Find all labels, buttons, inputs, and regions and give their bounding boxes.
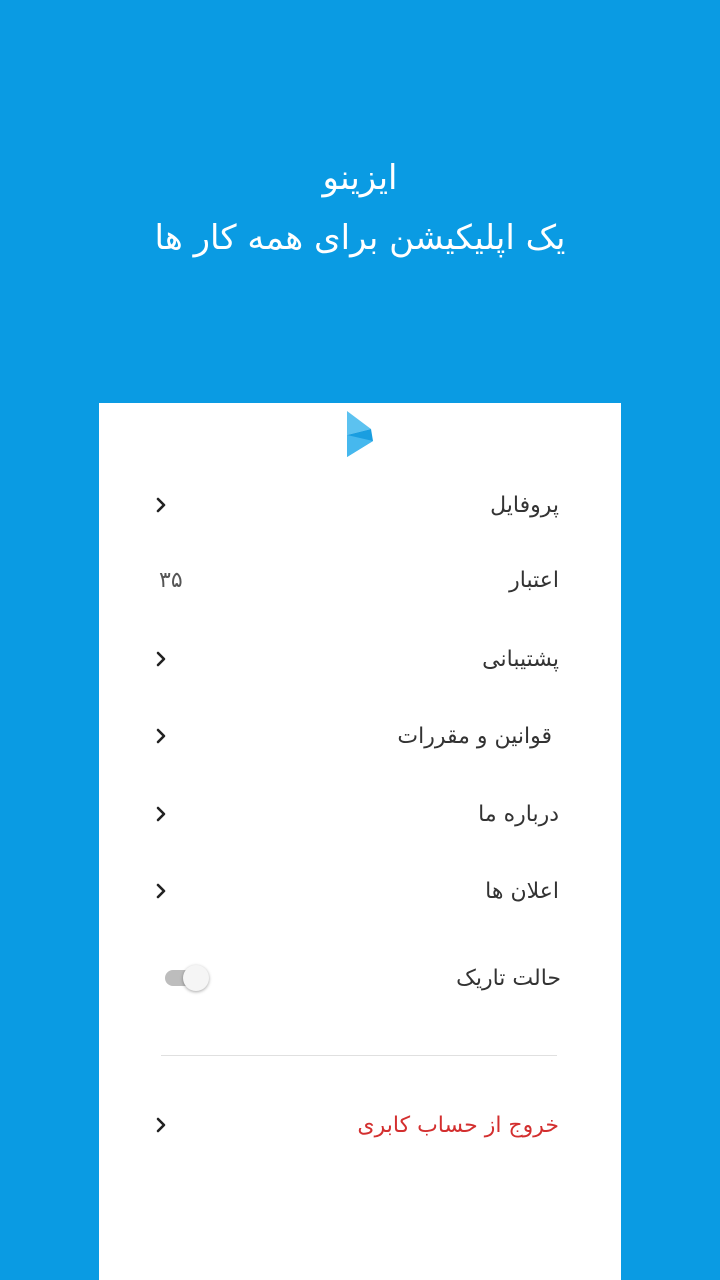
menu-item-notifications[interactable]: اعلان ها [149,866,559,916]
app-logo-icon [347,411,373,457]
menu-item-label: اعلان ها [485,878,559,904]
menu-item-label: درباره ما [478,801,559,827]
header: ایزینو یک اپلیکیشن برای همه کار ها [0,150,720,266]
menu-item-label: پشتیبانی [482,646,559,672]
tagline: یک اپلیکیشن برای همه کار ها [154,218,566,258]
menu-item-label: قوانین و مقررات [397,723,552,749]
menu-item-dark-mode: حالت تاریک [161,953,561,1003]
logout-button[interactable]: خروج از حساب کابری [149,1100,559,1150]
divider [161,1055,557,1056]
logout-label: خروج از حساب کابری [357,1112,559,1138]
dark-mode-toggle[interactable] [161,963,209,993]
toggle-thumb [183,965,209,991]
menu-item-label: حالت تاریک [456,965,561,991]
settings-panel: پروفایل ۳۵ اعتبار پشتیبانی قوانین و مقرر… [99,403,621,1280]
chevron-left-icon [149,879,173,903]
chevron-left-icon [149,802,173,826]
menu-item-support[interactable]: پشتیبانی [149,634,559,684]
menu-item-label: اعتبار [509,567,559,593]
menu-item-label: پروفایل [490,492,559,518]
menu-item-profile[interactable]: پروفایل [149,480,559,530]
app-name: ایزینو [322,158,398,198]
menu-item-terms[interactable]: قوانین و مقررات [149,711,559,761]
menu-item-credit: ۳۵ اعتبار [149,555,559,605]
chevron-left-icon [149,647,173,671]
credit-value: ۳۵ [159,567,183,593]
menu-item-about[interactable]: درباره ما [149,789,559,839]
chevron-left-icon [149,724,173,748]
chevron-left-icon [149,493,173,517]
chevron-left-icon [149,1113,173,1137]
